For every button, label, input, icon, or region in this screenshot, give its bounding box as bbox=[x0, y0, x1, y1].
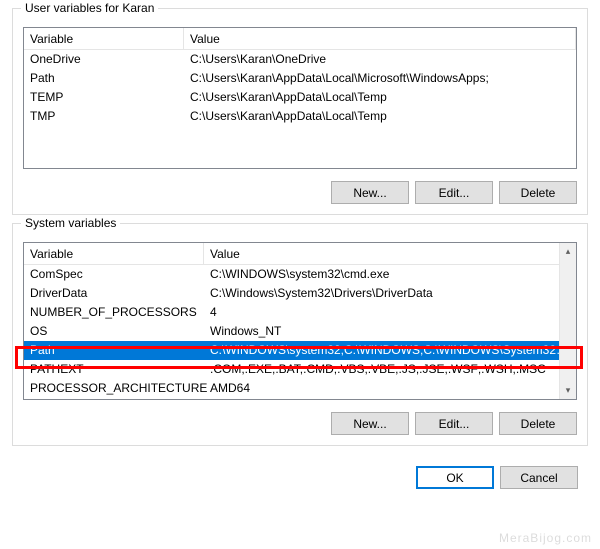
table-row[interactable]: PathC:\Users\Karan\AppData\Local\Microso… bbox=[24, 69, 576, 88]
system-edit-button[interactable]: Edit... bbox=[415, 412, 493, 435]
cell-value: AMD64 bbox=[204, 379, 576, 398]
cell-value: 4 bbox=[204, 303, 576, 322]
column-header-variable[interactable]: Variable bbox=[24, 28, 184, 49]
cell-value: C:\WINDOWS\system32;C:\WINDOWS;C:\WINDOW… bbox=[204, 341, 576, 360]
vertical-scrollbar[interactable]: ▴ ▾ bbox=[559, 243, 576, 399]
table-row[interactable]: OSWindows_NT bbox=[24, 322, 576, 341]
cell-value: C:\Users\Karan\OneDrive bbox=[184, 50, 576, 69]
user-delete-button[interactable]: Delete bbox=[499, 181, 577, 204]
cell-variable: Path bbox=[24, 69, 184, 88]
cell-variable: DriverData bbox=[24, 284, 204, 303]
ok-button[interactable]: OK bbox=[416, 466, 494, 489]
scroll-down-icon[interactable]: ▾ bbox=[560, 382, 576, 399]
cell-variable: NUMBER_OF_PROCESSORS bbox=[24, 303, 204, 322]
table-row[interactable]: TEMPC:\Users\Karan\AppData\Local\Temp bbox=[24, 88, 576, 107]
table-row[interactable]: DriverDataC:\Windows\System32\Drivers\Dr… bbox=[24, 284, 576, 303]
cancel-button[interactable]: Cancel bbox=[500, 466, 578, 489]
cell-variable: OS bbox=[24, 322, 204, 341]
table-row[interactable]: ComSpecC:\WINDOWS\system32\cmd.exe bbox=[24, 265, 576, 284]
table-row[interactable]: OneDriveC:\Users\Karan\OneDrive bbox=[24, 50, 576, 69]
cell-variable: PATHEXT bbox=[24, 360, 204, 379]
cell-value: C:\Users\Karan\AppData\Local\Temp bbox=[184, 107, 576, 126]
table-row[interactable]: PathC:\WINDOWS\system32;C:\WINDOWS;C:\WI… bbox=[24, 341, 576, 360]
system-variables-group: System variables Variable Value ComSpecC… bbox=[12, 223, 588, 446]
scroll-up-icon[interactable]: ▴ bbox=[560, 243, 576, 260]
cell-variable: PROCESSOR_ARCHITECTURE bbox=[24, 379, 204, 398]
system-delete-button[interactable]: Delete bbox=[499, 412, 577, 435]
cell-value: Windows_NT bbox=[204, 322, 576, 341]
user-variables-group: User variables for Karan Variable Value … bbox=[12, 8, 588, 215]
cell-variable: OneDrive bbox=[24, 50, 184, 69]
watermark-text: MeraBijog.com bbox=[499, 531, 592, 545]
system-variables-list[interactable]: Variable Value ComSpecC:\WINDOWS\system3… bbox=[23, 242, 577, 400]
user-variables-title: User variables for Karan bbox=[21, 1, 158, 15]
cell-variable: Path bbox=[24, 341, 204, 360]
list-header: Variable Value bbox=[24, 243, 576, 265]
table-row[interactable]: NUMBER_OF_PROCESSORS4 bbox=[24, 303, 576, 322]
column-header-value[interactable]: Value bbox=[184, 28, 576, 49]
system-new-button[interactable]: New... bbox=[331, 412, 409, 435]
user-variables-list[interactable]: Variable Value OneDriveC:\Users\Karan\On… bbox=[23, 27, 577, 169]
cell-variable: TEMP bbox=[24, 88, 184, 107]
table-row[interactable]: TMPC:\Users\Karan\AppData\Local\Temp bbox=[24, 107, 576, 126]
cell-value: C:\Users\Karan\AppData\Local\Temp bbox=[184, 88, 576, 107]
cell-value: C:\Windows\System32\Drivers\DriverData bbox=[204, 284, 576, 303]
cell-variable: ComSpec bbox=[24, 265, 204, 284]
cell-value: C:\Users\Karan\AppData\Local\Microsoft\W… bbox=[184, 69, 576, 88]
column-header-variable[interactable]: Variable bbox=[24, 243, 204, 264]
cell-value: .COM;.EXE;.BAT;.CMD;.VBS;.VBE;.JS;.JSE;.… bbox=[204, 360, 576, 379]
cell-value: C:\WINDOWS\system32\cmd.exe bbox=[204, 265, 576, 284]
cell-variable: TMP bbox=[24, 107, 184, 126]
table-row[interactable]: PATHEXT.COM;.EXE;.BAT;.CMD;.VBS;.VBE;.JS… bbox=[24, 360, 576, 379]
table-row[interactable]: PROCESSOR_ARCHITECTUREAMD64 bbox=[24, 379, 576, 398]
user-new-button[interactable]: New... bbox=[331, 181, 409, 204]
system-variables-title: System variables bbox=[21, 216, 120, 230]
column-header-value[interactable]: Value bbox=[204, 243, 576, 264]
list-header: Variable Value bbox=[24, 28, 576, 50]
user-edit-button[interactable]: Edit... bbox=[415, 181, 493, 204]
